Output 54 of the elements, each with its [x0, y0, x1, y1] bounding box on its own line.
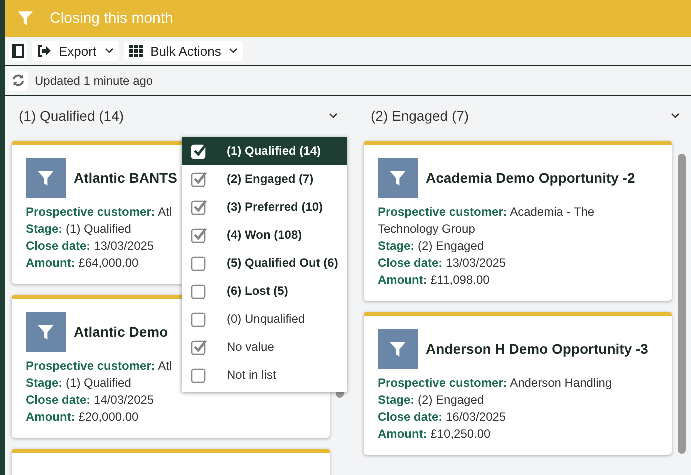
filter-icon [17, 10, 34, 27]
checkbox[interactable] [191, 226, 208, 244]
card-field: Amount: £64,000.00 [26, 255, 139, 272]
grid-icon [128, 44, 143, 58]
checkbox[interactable] [191, 282, 208, 300]
export-icon [37, 45, 51, 57]
checkbox[interactable] [191, 366, 208, 384]
toolbar-button[interactable]: Export [32, 41, 119, 61]
card-title: Academia Demo Opportunity -2 [426, 170, 636, 186]
chevron-icon [329, 113, 338, 119]
card-field: Close date: 13/03/2025 [378, 255, 658, 272]
checkbox[interactable] [191, 254, 208, 272]
card-field: Prospective customer: Anderson Handling [378, 375, 658, 392]
card-field: Prospective customer: Atl [26, 358, 172, 375]
card-title: Anderson H Demo Opportunity -3 [426, 341, 648, 357]
refresh-icon [12, 74, 25, 87]
card-field: Close date: 14/03/2025 [26, 392, 154, 409]
funnel-icon [26, 312, 66, 352]
column-title: (2) Engaged (7) [371, 108, 470, 124]
checkbox[interactable] [191, 198, 208, 216]
card-field: Close date: 16/03/2025 [378, 409, 658, 426]
checkbox[interactable] [191, 338, 208, 356]
card-field: Amount: £11,098.00 [378, 272, 658, 289]
funnel-icon [378, 329, 418, 369]
card-field: Amount: £10,250.00 [378, 426, 658, 443]
scrollbar-thumb[interactable] [678, 154, 686, 454]
checkbox[interactable] [191, 170, 208, 188]
card-field: Stage: (2) Engaged [378, 392, 658, 409]
page-title: Closing this month [50, 10, 174, 27]
panel-icon [12, 44, 24, 58]
opportunity-card[interactable]: Academia Demo Opportunity -2 Prospective customer: Academia - The Technology Group Stage: (2) Engaged Close date: 13/03/2025 Amount: £11,098.00 [364, 141, 672, 301]
opportunity-card[interactable]: Anderson H Demo Opportunity -3 Prospective customer: Anderson Handling Stage: (2) Engaged Close date: 16/03/2025 Amount: £10,250.00 [364, 312, 672, 455]
column-title: (1) Qualified (14) [19, 108, 124, 124]
panel-toggle-button[interactable] [9, 41, 27, 61]
card-field: Stage: (1) Qualified [26, 221, 132, 238]
refresh-button[interactable] [9, 70, 28, 90]
card-field: Amount: £20,000.00 [26, 409, 139, 426]
funnel-icon [26, 158, 66, 198]
update-status: Updated 1 minute ago [35, 74, 154, 88]
funnel-icon [378, 158, 418, 198]
caret-icon [104, 48, 114, 54]
toolbar-button[interactable]: Bulk Actions [124, 41, 244, 61]
card-field: Prospective customer: Academia - The Technology Group [378, 204, 658, 238]
checkbox[interactable] [191, 142, 208, 160]
card-title: Atlantic BANTS [74, 170, 178, 186]
card-field: Prospective customer: Atl [26, 204, 172, 221]
chevron-icon [671, 113, 680, 119]
caret-icon [229, 48, 238, 54]
card-field: Stage: (1) Qualified [26, 375, 132, 392]
card-field: Close date: 13/03/2025 [26, 238, 154, 255]
filter-option[interactable]: (1) Qualified (14) [182, 137, 347, 165]
card-field: Stage: (2) Engaged [378, 238, 658, 255]
checkbox[interactable] [191, 310, 208, 328]
card-title: Atlantic Demo [74, 324, 168, 340]
